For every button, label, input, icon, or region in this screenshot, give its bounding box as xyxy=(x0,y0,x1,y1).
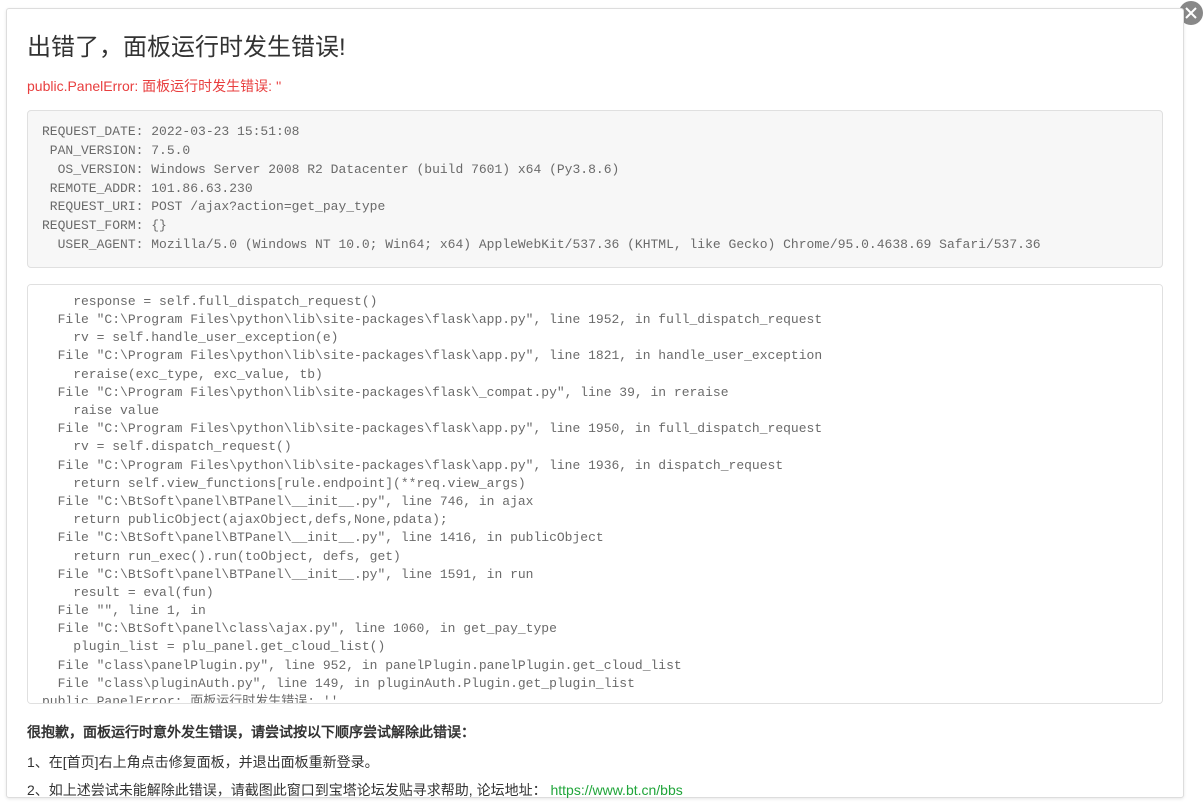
footer-heading: 很抱歉，面板运行时意外发生错误，请尝试按以下顺序尝试解除此错误： xyxy=(27,722,1163,742)
forum-link[interactable]: https://www.bt.cn/bbs xyxy=(550,782,682,798)
request-info-box: REQUEST_DATE: 2022-03-23 15:51:08 PAN_VE… xyxy=(27,110,1163,268)
footer-step-1: 1、在[首页]右上角点击修复面板，并退出面板重新登录。 xyxy=(27,752,1163,772)
footer-step-2: 2、如上述尝试未能解除此错误，请截图此窗口到宝塔论坛发贴寻求帮助, 论坛地址： … xyxy=(27,780,1163,800)
modal-title: 出错了，面板运行时发生错误! xyxy=(27,27,1163,62)
traceback-box[interactable]: response = self.full_dispatch_request() … xyxy=(27,284,1163,704)
error-modal: 出错了，面板运行时发生错误! public.PanelError: 面板运行时发… xyxy=(6,8,1184,798)
error-summary: public.PanelError: 面板运行时发生错误: '' xyxy=(27,76,1163,96)
close-icon xyxy=(1185,7,1197,19)
footer-step-2-text: 2、如上述尝试未能解除此错误，请截图此窗口到宝塔论坛发贴寻求帮助, 论坛地址： xyxy=(27,782,547,798)
